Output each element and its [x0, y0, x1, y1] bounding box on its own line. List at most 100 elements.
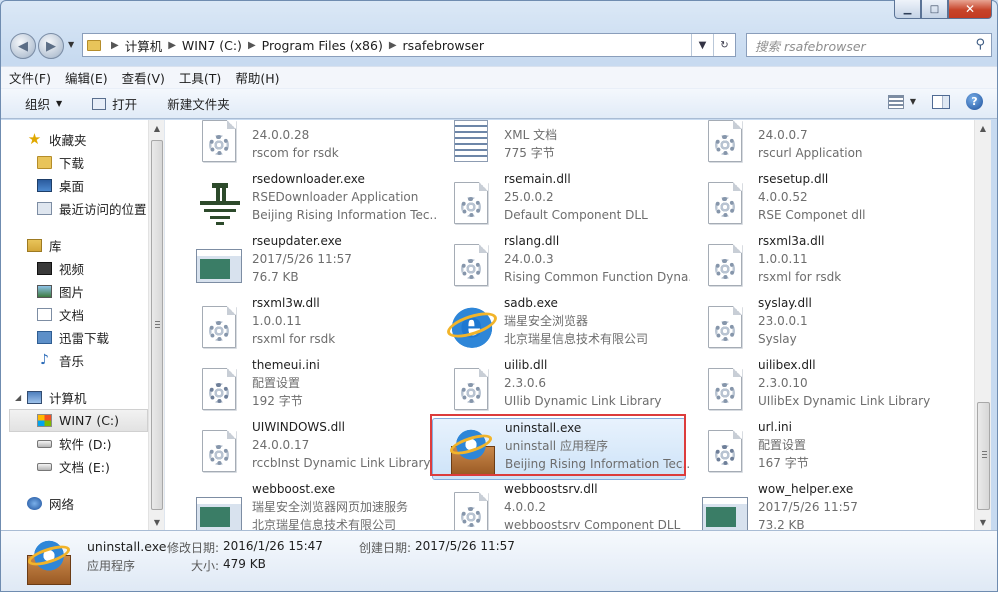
file-item[interactable]: rseupdater.exe 2017/5/26 11:57 76.7 KB — [180, 232, 434, 294]
file-item[interactable]: uilib.dll 2.3.0.6 UIlib Dynamic Link Libra… — [432, 356, 686, 418]
nav-recent-places[interactable]: 最近访问的位置 — [1, 197, 148, 220]
chevron-right-icon[interactable]: ▶ — [389, 40, 397, 51]
search-icon[interactable]: ⚲ — [975, 37, 985, 52]
scroll-down-icon[interactable]: ▼ — [975, 514, 991, 530]
scroll-up-icon[interactable]: ▲ — [149, 120, 164, 136]
recent-pages-dropdown[interactable]: ▼ — [68, 40, 74, 49]
file-item[interactable]: XML 文档 775 字节 — [432, 120, 686, 170]
ini-settings-icon — [196, 365, 244, 413]
file-item[interactable]: rsedownloader.exe RSEDownloader Applicati… — [180, 170, 438, 232]
content-scroll-thumb[interactable] — [977, 402, 990, 510]
nav-libraries[interactable]: 库 — [1, 234, 148, 257]
change-view-icon[interactable] — [887, 94, 904, 109]
file-item[interactable]: uninstall.exe uninstall 应用程序 Beijing Risin… — [430, 414, 691, 480]
file-detail-line-1: 24.0.0.17 — [252, 438, 310, 452]
file-detail-line-2: Beijing Rising Information Tec... — [252, 208, 438, 222]
scroll-down-icon[interactable]: ▼ — [149, 514, 164, 530]
dll-file-icon — [702, 120, 750, 165]
address-bar[interactable]: ▶ 计算机 ▶ WIN7 (C:) ▶ Program Files (x86) … — [82, 33, 736, 57]
nav-drive-c[interactable]: WIN7 (C:) — [9, 409, 148, 432]
file-detail-line-2: 76.7 KB — [252, 270, 299, 284]
nav-network[interactable]: 网络 — [1, 492, 148, 515]
help-icon[interactable]: ? — [966, 93, 983, 110]
search-input[interactable]: 搜索 rsafebrowser ⚲ — [746, 33, 992, 57]
nav-label: 文档 — [59, 308, 85, 323]
refresh-button[interactable]: ↻ — [713, 34, 735, 56]
breadcrumb-rsafebrowser[interactable]: rsafebrowser — [403, 38, 484, 53]
menu-edit[interactable]: 编辑(E) — [65, 68, 108, 87]
nav-scroll-thumb[interactable] — [151, 140, 163, 510]
file-item[interactable]: 24.0.0.7 rscurl Application — [686, 120, 940, 170]
nav-favorites[interactable]: ★ 收藏夹 — [1, 128, 148, 151]
scroll-up-icon[interactable]: ▲ — [975, 120, 991, 136]
content-scrollbar[interactable]: ▲ ▼ — [974, 120, 991, 530]
file-detail-line-2: Default Component DLL — [504, 208, 648, 222]
open-button[interactable]: 打开 — [92, 94, 137, 113]
file-item[interactable]: uilibex.dll 2.3.0.10 UIlibEx Dynamic Link … — [686, 356, 940, 418]
file-item[interactable]: sadb.exe 瑞星安全浏览器北京瑞星信息技术有限公司 — [432, 294, 686, 356]
dll-file-icon — [702, 179, 750, 227]
file-item[interactable]: rsxml3w.dll 1.0.0.11 rsxml for rsdk — [180, 294, 434, 356]
menu-file[interactable]: 文件(F) — [9, 68, 51, 87]
file-item[interactable]: 24.0.0.28 rscom for rsdk — [180, 120, 434, 170]
file-detail-line-1: 配置设置 — [252, 376, 301, 390]
chevron-down-icon: ▼ — [698, 39, 707, 51]
close-button[interactable]: ✕ — [948, 0, 992, 19]
address-history-dropdown[interactable]: ▼ — [691, 34, 713, 56]
expand-triangle-icon[interactable]: ◢ — [15, 393, 21, 402]
chevron-right-icon[interactable]: ▶ — [168, 40, 176, 51]
nav-label: 迅雷下载 — [59, 331, 110, 346]
file-detail-line-2: 775 字节 — [504, 146, 555, 160]
back-button[interactable]: ◀ — [10, 33, 36, 59]
menu-help[interactable]: 帮助(H) — [235, 68, 279, 87]
chevron-right-icon[interactable]: ▶ — [111, 40, 119, 51]
file-text: uilib.dll 2.3.0.6 UIlib Dynamic Link Libra… — [504, 356, 690, 410]
file-item[interactable]: rslang.dll 24.0.0.3 Rising Common Function… — [432, 232, 690, 294]
file-detail-line-1: 2017/5/26 11:57 — [758, 500, 858, 514]
file-item[interactable]: rsxml3a.dll 1.0.0.11 rsxml for rsdk — [686, 232, 940, 294]
file-detail-line-1: 24.0.0.3 — [504, 252, 554, 266]
nav-desktop[interactable]: 桌面 — [1, 174, 148, 197]
nav-drive-e[interactable]: 文档 (E:) — [1, 455, 148, 478]
file-item[interactable]: themeui.ini 配置设置 192 字节 — [180, 356, 434, 418]
nav-documents[interactable]: 文档 — [1, 303, 148, 326]
breadcrumb-computer[interactable]: 计算机 — [125, 36, 163, 55]
organize-button[interactable]: 组织 ▼ — [25, 94, 62, 113]
breadcrumb-drive-c[interactable]: WIN7 (C:) — [182, 38, 242, 53]
nav-pictures[interactable]: 图片 — [1, 280, 148, 303]
nav-drive-d[interactable]: 软件 (D:) — [1, 432, 148, 455]
file-item[interactable]: UIWINDOWS.dll 24.0.0.17 rccbInst Dynamic L… — [180, 418, 434, 480]
new-folder-button[interactable]: 新建文件夹 — [167, 94, 230, 113]
nav-label: 软件 (D:) — [59, 437, 112, 452]
file-item[interactable]: webboostsrv.dll 4.0.0.2 webboostsrv Compon… — [432, 480, 686, 530]
forward-button[interactable]: ▶ — [38, 33, 64, 59]
file-name: syslay.dll — [758, 296, 812, 310]
file-item[interactable]: url.ini 配置设置 167 字节 — [686, 418, 940, 480]
chevron-right-icon[interactable]: ▶ — [248, 40, 256, 51]
file-item[interactable]: rsesetup.dll 4.0.0.52 RSE Componet dll — [686, 170, 940, 232]
file-item[interactable]: webboost.exe 瑞星安全浏览器网页加速服务 北京瑞星信息技术有限公司 — [180, 480, 434, 530]
nav-tree: ★ 收藏夹 下载 桌面 最近访问的位置 库 视频 图片 文档 迅雷下载 ♪ 音乐 ◢… — [1, 128, 148, 515]
nav-music[interactable]: ♪ 音乐 — [1, 349, 148, 372]
menu-tools[interactable]: 工具(T) — [179, 68, 221, 87]
dll-file-icon — [702, 365, 750, 413]
search-placeholder: 搜索 rsafebrowser — [755, 38, 866, 54]
file-item[interactable]: rsemain.dll 25.0.0.2 Default Component DLL — [432, 170, 686, 232]
maximize-button[interactable]: □ — [921, 0, 948, 19]
nav-videos[interactable]: 视频 — [1, 257, 148, 280]
preview-pane-icon[interactable] — [932, 94, 950, 109]
open-icon — [92, 97, 107, 110]
menu-view[interactable]: 查看(V) — [122, 68, 165, 87]
nav-downloads[interactable]: 下载 — [1, 151, 148, 174]
file-item[interactable]: syslay.dll 23.0.0.1 Syslay — [686, 294, 940, 356]
dll-file-icon — [196, 427, 244, 475]
minimize-button[interactable]: ▁ — [894, 0, 921, 19]
nav-label: 文档 (E:) — [59, 460, 110, 475]
breadcrumb-program-files[interactable]: Program Files (x86) — [262, 38, 383, 53]
nav-scrollbar[interactable]: ▲ ▼ — [148, 120, 164, 530]
file-detail-line-2: Syslay — [758, 332, 797, 346]
nav-computer[interactable]: ◢ 计算机 — [1, 386, 148, 409]
file-item[interactable]: wow_helper.exe 2017/5/26 11:57 73.2 KB — [686, 480, 940, 530]
nav-thunder-downloads[interactable]: 迅雷下载 — [1, 326, 148, 349]
chevron-down-icon[interactable]: ▼ — [910, 97, 916, 106]
